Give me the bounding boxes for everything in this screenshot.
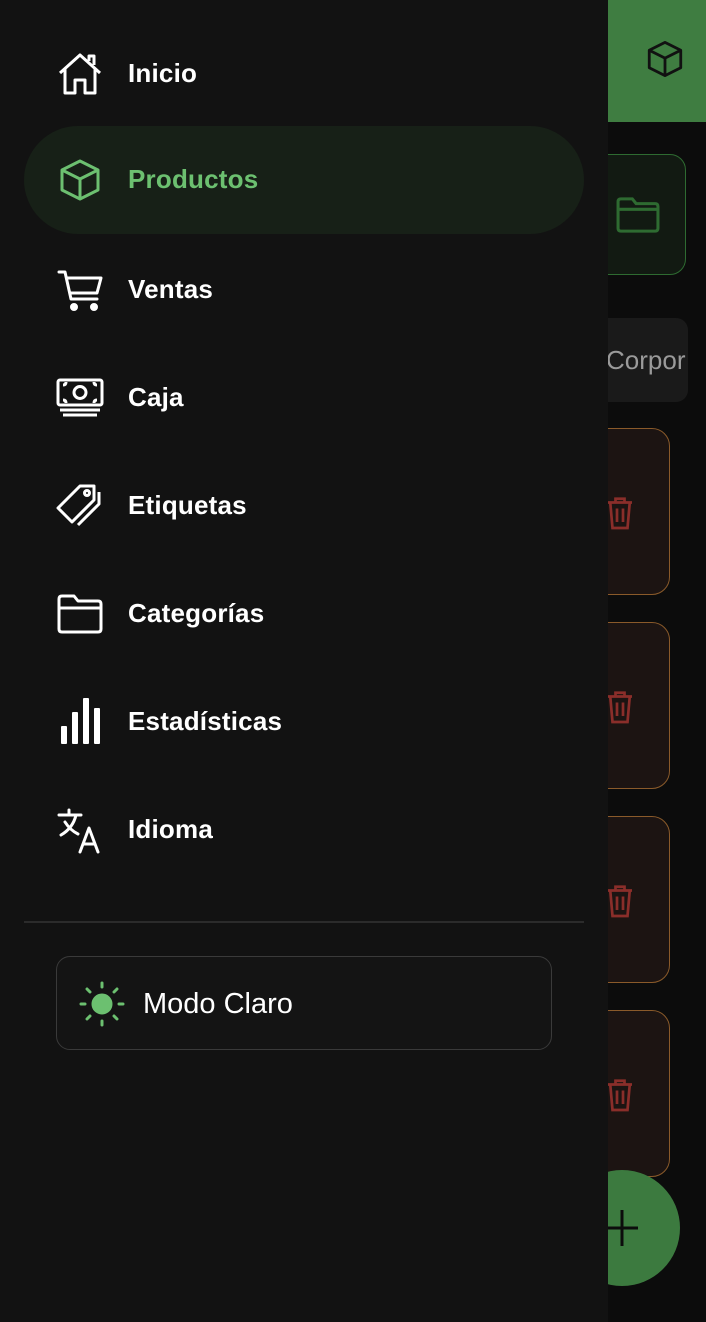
nav-item-label: Productos (128, 164, 259, 194)
sun-icon (79, 981, 125, 1027)
filter-chip-label: Corpor (606, 345, 686, 375)
nav-item-caja[interactable]: Caja (24, 344, 584, 452)
trash-icon[interactable] (605, 689, 635, 725)
folder-icon (616, 197, 660, 233)
nav-item-label: Caja (128, 382, 184, 412)
nav-item-label: Etiquetas (128, 490, 247, 520)
translate-icon (56, 806, 104, 854)
light-mode-toggle[interactable]: Modo Claro (56, 956, 552, 1050)
nav-item-label: Ventas (128, 274, 214, 304)
nav-item-label: Inicio (128, 58, 198, 88)
cart-icon (56, 266, 104, 314)
theme-toggle-label: Modo Claro (143, 988, 293, 1020)
nav-item-ventas[interactable]: Ventas (24, 236, 584, 344)
trash-icon[interactable] (605, 1077, 635, 1113)
nav-item-idioma[interactable]: Idioma (24, 776, 584, 884)
nav-item-categorias[interactable]: Categorías (24, 560, 584, 668)
nav-item-inicio[interactable]: Inicio (24, 20, 584, 128)
nav-item-productos[interactable]: Productos (24, 126, 584, 234)
box-icon[interactable] (644, 38, 686, 80)
tag-icon (56, 482, 104, 530)
plus-icon (606, 1210, 638, 1246)
trash-icon[interactable] (605, 883, 635, 919)
folder-icon (56, 590, 104, 638)
bar-chart-icon (56, 698, 104, 746)
nav-item-estadisticas[interactable]: Estadísticas (24, 668, 584, 776)
nav-item-label: Idioma (128, 814, 213, 844)
home-icon (56, 50, 104, 98)
cash-icon (56, 374, 104, 422)
nav-item-label: Estadísticas (128, 706, 283, 736)
box-icon (56, 156, 104, 204)
nav-item-label: Categorías (128, 598, 265, 628)
navigation-drawer: Inicio Productos Ventas Caja Etiquetas C… (0, 0, 608, 1322)
drawer-divider (24, 921, 584, 923)
nav-item-etiquetas[interactable]: Etiquetas (24, 452, 584, 560)
trash-icon[interactable] (605, 495, 635, 531)
